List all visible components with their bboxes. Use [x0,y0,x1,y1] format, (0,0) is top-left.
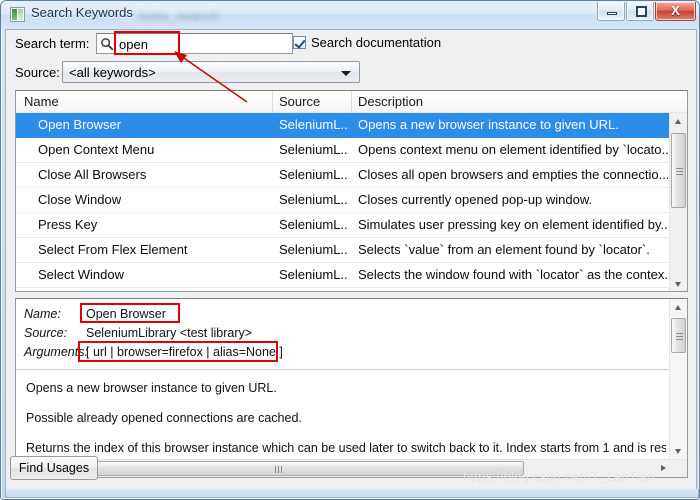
doc-paragraph: Returns the index of this browser instan… [26,441,666,455]
table-row[interactable]: Set Selenium Timeout SeleniumL... Sets t… [16,288,687,291]
cell-description: Closes all open browsers and empties the… [358,167,668,182]
column-divider[interactable] [272,91,273,113]
search-documentation-checkbox[interactable] [293,36,306,49]
cell-name: Close All Browsers [38,167,147,182]
keyword-library-icon [10,7,25,22]
watermark: https://blog.csdn.net/IT_LanTian [463,469,655,484]
search-input-box[interactable] [96,33,293,54]
title-blurred-text: tools_search [139,9,220,23]
table-row[interactable]: Select From Flex Element SeleniumL... Se… [16,238,687,263]
cell-name: Open Context Menu [38,142,155,157]
cell-source: SeleniumL... [279,117,349,132]
column-divider[interactable] [351,91,352,113]
doc-paragraph: Opens a new browser instance to given UR… [26,381,277,395]
scroll-up-arrow-icon[interactable] [670,113,687,130]
source-dropdown[interactable]: <all keywords> [62,61,360,83]
table-header-row: Name Source Description [16,91,687,114]
scroll-down-arrow-icon[interactable] [670,276,687,291]
table-row[interactable]: Open Browser SeleniumL... Opens a new br… [16,113,687,138]
column-header-source[interactable]: Source [279,94,320,109]
close-icon: X [671,3,680,18]
table-row[interactable]: Select Window SeleniumL... Selects the w… [16,263,687,288]
detail-source-value: SeleniumLibrary <test library> [86,326,253,340]
cell-name: Open Browser [38,117,122,132]
minimize-button[interactable] [597,2,625,21]
title-bar[interactable]: Search Keywords tools_search X [1,1,699,29]
cell-name: Select From Flex Element [38,242,188,257]
maximize-button[interactable] [626,2,654,21]
detail-name-label: Name: [24,307,61,321]
doc-paragraph: Possible already opened connections are … [26,411,302,425]
cell-description: Selects `value` from an element found by… [358,242,650,257]
column-header-description[interactable]: Description [358,94,423,109]
client-area: Search term: Search documentation Source… [5,29,697,497]
table-row[interactable]: Press Key SeleniumL... Simulates user pr… [16,213,687,238]
detail-vertical-scrollbar[interactable] [669,299,687,460]
window-bottom-strip [5,489,699,498]
cell-source: SeleniumL... [279,217,349,232]
search-term-label: Search term: [15,36,90,51]
search-input[interactable] [119,36,289,52]
scroll-up-arrow-icon[interactable] [670,299,687,316]
table-body: Open Browser SeleniumL... Opens a new br… [16,113,687,291]
keyword-detail-panel: Name: Open Browser Source: SeleniumLibra… [15,298,688,478]
detail-divider [16,369,687,370]
table-vertical-scrollbar[interactable] [669,113,687,291]
cell-source: SeleniumL... [279,267,349,282]
cell-description: Opens context menu on element identified… [358,142,668,157]
cell-name: Select Window [38,267,124,282]
cell-description: Selects the window found with `locator` … [358,267,668,282]
table-row[interactable]: Open Context Menu SeleniumL... Opens con… [16,138,687,163]
detail-source-label: Source: [24,326,68,340]
cell-name: Close Window [38,192,122,207]
scrollbar-thumb[interactable] [671,133,686,208]
source-selected-value: <all keywords> [69,65,156,80]
keywords-table[interactable]: Name Source Description Open Browser Sel… [15,90,688,292]
find-usages-button[interactable]: Find Usages [10,456,98,480]
cell-source: SeleniumL... [279,142,349,157]
scroll-right-arrow-icon[interactable] [655,460,672,477]
cell-description: Simulates user pressing key on element i… [358,217,668,232]
table-row[interactable]: Close All Browsers SeleniumL... Closes a… [16,163,687,188]
detail-name-highlight-box [80,303,180,323]
detail-arguments-highlight-box [78,341,278,362]
cell-source: SeleniumL... [279,192,349,207]
search-icon [101,38,114,51]
cell-source: SeleniumL... [279,167,349,182]
scrollbar-thumb[interactable] [34,461,524,476]
scrollbar-thumb[interactable] [671,318,686,353]
window-title: Search Keywords [31,5,133,20]
search-keywords-window: Search Keywords tools_search X Search te… [0,0,700,500]
source-label: Source: [15,65,60,80]
scroll-down-arrow-icon[interactable] [670,443,687,460]
cell-source: SeleniumL... [279,242,349,257]
close-button[interactable]: X [655,2,696,21]
search-documentation-label: Search documentation [311,35,442,50]
chevron-down-icon [341,71,351,76]
column-header-name[interactable]: Name [24,94,59,109]
cell-description: Closes currently opened pop-up window. [358,192,593,207]
cell-name: Press Key [38,217,98,232]
cell-description: Opens a new browser instance to given UR… [358,117,619,132]
table-row[interactable]: Close Window SeleniumL... Closes current… [16,188,687,213]
